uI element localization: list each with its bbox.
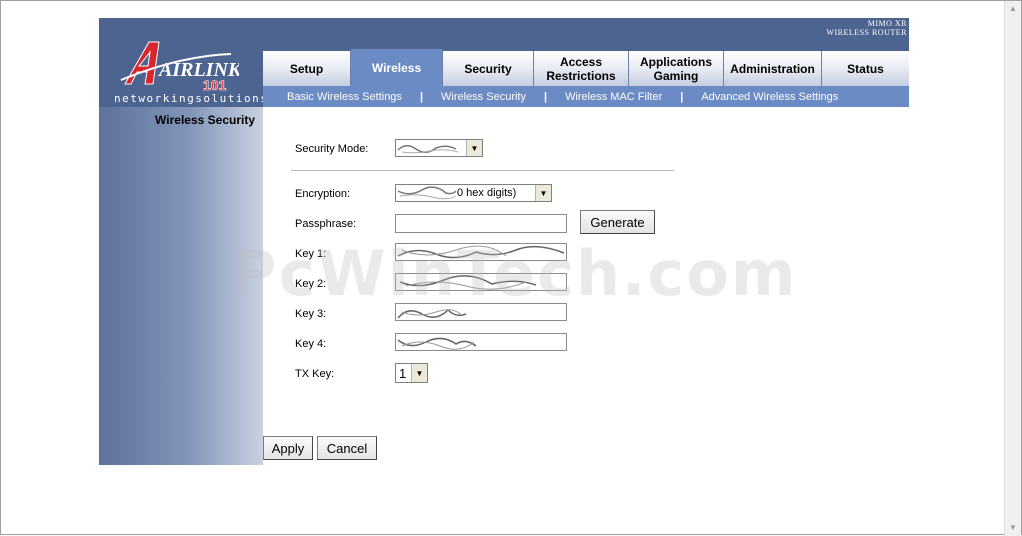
section-sidebar: Wireless Security bbox=[99, 107, 263, 465]
product-line-2: WIRELESS ROUTER bbox=[826, 28, 907, 37]
tab-security[interactable]: Security bbox=[443, 51, 534, 86]
redacted-value-icon bbox=[397, 145, 459, 154]
key1-input[interactable] bbox=[395, 243, 567, 261]
subnav-separator: | bbox=[543, 90, 548, 103]
airlink-logo-icon: AIRLINK 101 bbox=[120, 41, 239, 92]
tab-status[interactable]: Status bbox=[822, 51, 909, 86]
key3-input[interactable] bbox=[395, 303, 567, 321]
tab-access-restrictions[interactable]: Access Restrictions bbox=[534, 51, 629, 86]
tx-key-value: 1 bbox=[399, 366, 407, 381]
scroll-down-arrow-icon[interactable]: ▼ bbox=[1009, 524, 1017, 532]
logo-text: AIRLINK bbox=[157, 59, 239, 81]
key2-label: Key 2: bbox=[295, 278, 327, 290]
subnav-wireless-mac-filter[interactable]: Wireless MAC Filter bbox=[565, 91, 662, 103]
redacted-value-icon bbox=[397, 186, 457, 200]
key1-label: Key 1: bbox=[295, 248, 327, 260]
encryption-label: Encryption: bbox=[295, 188, 351, 200]
redacted-value-icon bbox=[397, 245, 565, 259]
encryption-value: 0 hex digits) bbox=[457, 187, 517, 199]
section-title: Wireless Security bbox=[155, 113, 255, 127]
tx-key-select[interactable]: 1 ▼ bbox=[395, 363, 428, 383]
chevron-down-icon[interactable]: ▼ bbox=[466, 140, 482, 156]
generate-button[interactable]: Generate bbox=[580, 210, 655, 234]
key2-input[interactable] bbox=[395, 273, 567, 291]
redacted-value-icon bbox=[399, 275, 537, 290]
tab-administration[interactable]: Administration bbox=[724, 51, 822, 86]
subnav-advanced-wireless-settings[interactable]: Advanced Wireless Settings bbox=[701, 91, 838, 103]
encryption-select[interactable]: 0 hex digits) ▼ bbox=[395, 184, 552, 202]
security-mode-label: Security Mode: bbox=[295, 143, 369, 155]
wireless-security-form: Security Mode: ▼ Encryption: 0 hex digit… bbox=[263, 107, 909, 465]
main-tab-bar: Setup Wireless Security Access Restricti… bbox=[263, 49, 909, 86]
cancel-button[interactable]: Cancel bbox=[317, 436, 377, 460]
form-divider bbox=[291, 170, 674, 171]
vertical-scrollbar[interactable]: ▲ ▼ bbox=[1004, 1, 1021, 536]
key4-label: Key 4: bbox=[295, 338, 327, 350]
subnav-basic-wireless-settings[interactable]: Basic Wireless Settings bbox=[287, 91, 402, 103]
security-mode-select[interactable]: ▼ bbox=[395, 139, 483, 157]
wireless-subnav: Basic Wireless Settings | Wireless Secur… bbox=[263, 86, 909, 107]
subnav-wireless-security[interactable]: Wireless Security bbox=[441, 91, 526, 103]
logo-tagline: networkingsolutions bbox=[114, 92, 269, 105]
key3-label: Key 3: bbox=[295, 308, 327, 320]
browser-viewport: ▲ ▼ AIRLINK 101 networkingsolutions MIMO… bbox=[0, 0, 1022, 536]
product-name: MIMO XR WIRELESS ROUTER bbox=[826, 19, 907, 37]
product-line-1: MIMO XR bbox=[867, 19, 907, 28]
key4-input[interactable] bbox=[395, 333, 567, 351]
logo-badge: 101 bbox=[203, 77, 227, 92]
router-header: AIRLINK 101 networkingsolutions MIMO XR … bbox=[99, 18, 909, 107]
passphrase-label: Passphrase: bbox=[295, 218, 357, 230]
subnav-separator: | bbox=[680, 90, 684, 103]
chevron-down-icon[interactable]: ▼ bbox=[535, 185, 551, 201]
logo-area: AIRLINK 101 networkingsolutions bbox=[99, 18, 267, 107]
tx-key-label: TX Key: bbox=[295, 368, 335, 380]
tab-setup[interactable]: Setup bbox=[263, 51, 351, 86]
tab-applications-gaming[interactable]: Applications Gaming bbox=[629, 51, 724, 86]
chevron-down-icon[interactable]: ▼ bbox=[411, 364, 427, 382]
redacted-value-icon bbox=[397, 337, 477, 350]
redacted-value-icon bbox=[397, 308, 467, 319]
scroll-up-arrow-icon[interactable]: ▲ bbox=[1009, 5, 1017, 13]
tab-wireless[interactable]: Wireless bbox=[351, 49, 443, 86]
subnav-separator: | bbox=[419, 90, 424, 103]
apply-button[interactable]: Apply bbox=[263, 436, 313, 460]
passphrase-input[interactable] bbox=[395, 214, 567, 233]
